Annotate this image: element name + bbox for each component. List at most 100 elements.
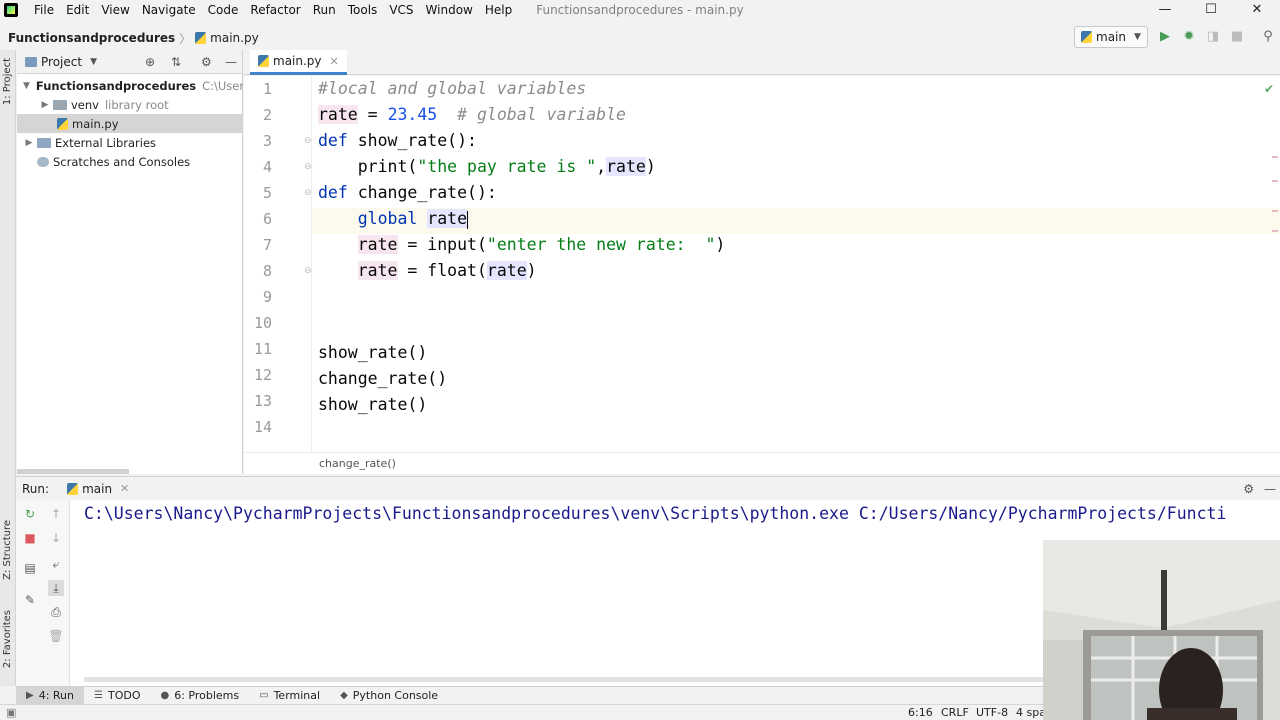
tool-window-terminal[interactable]: ▭ Terminal <box>249 687 330 705</box>
error-stripe-marker[interactable] <box>1272 230 1278 232</box>
menu-view[interactable]: View <box>95 3 135 17</box>
code-keyword: global <box>318 209 428 228</box>
tool-window-todo[interactable]: ☰ TODO <box>84 687 150 705</box>
menu-code[interactable]: Code <box>202 3 245 17</box>
fold-icon[interactable]: ⊖ <box>304 136 312 146</box>
collapsed-arrow-icon[interactable]: ▶ <box>23 138 35 148</box>
tree-item-scratches[interactable]: Scratches and Consoles <box>17 152 243 171</box>
libraries-icon <box>37 137 51 148</box>
search-icon[interactable]: ⚲ <box>1260 29 1276 45</box>
python-file-icon <box>258 55 269 67</box>
project-tool-button[interactable]: 1: Project <box>2 58 13 105</box>
inspection-ok-icon[interactable]: ✔ <box>1264 82 1274 96</box>
close-button[interactable]: ✕ <box>1234 0 1280 20</box>
print-icon[interactable]: ⎙ <box>48 604 64 620</box>
down-arrow-icon[interactable]: ↓ <box>48 530 64 546</box>
horizontal-scrollbar[interactable] <box>17 469 129 474</box>
code-line-6: global rate <box>318 206 469 232</box>
expanded-arrow-icon[interactable]: ▼ <box>23 81 30 91</box>
line-number: 7 <box>262 236 272 254</box>
tool-window-problems[interactable]: ● 6: Problems <box>150 687 249 705</box>
horizontal-scrollbar[interactable] <box>84 677 1044 682</box>
line-number: 6 <box>262 210 272 228</box>
scroll-to-end-icon[interactable]: ⤓ <box>48 580 64 596</box>
tool-window-python-console[interactable]: ◆ Python Console <box>330 687 448 705</box>
menu-run[interactable]: Run <box>307 3 342 17</box>
locate-icon[interactable]: ⊕ <box>145 55 155 69</box>
caret-position[interactable]: 6:16 <box>908 706 933 719</box>
indent-setting[interactable]: 4 spa <box>1016 706 1046 719</box>
code-keyword: def <box>318 183 348 202</box>
up-arrow-icon[interactable]: ↑ <box>48 506 64 522</box>
stop-icon[interactable]: ■ <box>22 530 38 546</box>
run-panel-header: Run: main ✕ ⚙ — <box>16 476 1280 500</box>
favorites-tool-button[interactable]: 2: Favorites <box>2 610 13 668</box>
tree-item-project-root[interactable]: ▼ Functionsandprocedures C:\Users\N... <box>17 76 243 95</box>
minimize-button[interactable]: — <box>1142 0 1188 20</box>
run-icon[interactable]: ▶ <box>1157 29 1173 45</box>
file-encoding[interactable]: UTF-8 <box>976 706 1008 719</box>
close-tab-icon[interactable]: ✕ <box>330 55 339 68</box>
error-stripe-marker[interactable] <box>1272 180 1278 182</box>
run-tab-main[interactable]: main ✕ <box>67 482 129 496</box>
pin-icon[interactable]: ✎ <box>22 592 38 608</box>
layout-icon[interactable]: ▤ <box>22 560 38 576</box>
trash-icon[interactable]: 🗑 <box>48 628 64 644</box>
code-text: ) <box>526 261 537 280</box>
line-number-gutter: 1 2 3 4 5 6 7 8 9 10 11 12 13 14 ⊖ ⊖ ⊖ ⊖ <box>244 76 312 452</box>
maximize-button[interactable]: ☐ <box>1188 0 1234 20</box>
error-stripe-marker[interactable] <box>1272 210 1278 212</box>
run-config-selector[interactable]: main ▼ <box>1074 26 1148 48</box>
close-tab-icon[interactable]: ✕ <box>120 482 129 495</box>
project-panel-title[interactable]: Project <box>41 55 82 69</box>
tree-item-main-py[interactable]: main.py <box>17 114 243 133</box>
window-title: Functionsandprocedures - main.py <box>536 3 744 17</box>
fold-icon[interactable]: ⊖ <box>304 266 312 276</box>
menu-refactor[interactable]: Refactor <box>244 3 306 17</box>
menu-edit[interactable]: Edit <box>60 3 95 17</box>
fold-icon[interactable]: ⊖ <box>304 162 312 172</box>
menu-vcs[interactable]: VCS <box>383 3 419 17</box>
tab-label: main.py <box>273 54 322 68</box>
hide-icon[interactable]: — <box>1264 482 1276 496</box>
python-file-icon <box>57 117 68 130</box>
breadcrumb-file[interactable]: main.py <box>210 31 259 45</box>
coverage-icon[interactable]: ◨ <box>1205 29 1221 45</box>
editor-breadcrumb[interactable]: change_rate() <box>244 452 1280 474</box>
code-comment: # global variable <box>437 105 626 124</box>
tab-main-py[interactable]: main.py ✕ <box>250 50 347 75</box>
collapsed-arrow-icon[interactable]: ▶ <box>39 100 51 110</box>
soft-wrap-icon[interactable]: ⤶ <box>48 556 64 572</box>
code-text: = <box>357 105 388 124</box>
tree-item-external-libraries[interactable]: ▶ External Libraries <box>17 133 243 152</box>
code-line-4: print("the pay rate is ",rate) <box>318 154 656 180</box>
gear-icon[interactable]: ⚙ <box>1243 482 1254 496</box>
gear-icon[interactable]: ⚙ <box>201 55 212 69</box>
line-number: 11 <box>253 340 272 358</box>
code-editor[interactable]: 1 2 3 4 5 6 7 8 9 10 11 12 13 14 ⊖ ⊖ ⊖ ⊖… <box>244 76 1280 452</box>
tree-item-venv[interactable]: ▶ venv library root <box>17 95 243 114</box>
line-number: 14 <box>253 418 272 436</box>
stop-icon[interactable]: ■ <box>1229 29 1245 45</box>
breadcrumb-project[interactable]: Functionsandprocedures <box>0 31 175 45</box>
menu-file[interactable]: File <box>28 3 60 17</box>
line-separator[interactable]: CRLF <box>941 706 969 719</box>
error-stripe-marker[interactable] <box>1272 156 1278 158</box>
hide-icon[interactable]: — <box>225 55 237 69</box>
menu-navigate[interactable]: Navigate <box>136 3 202 17</box>
debug-icon[interactable]: ✹ <box>1181 29 1197 45</box>
menu-tools[interactable]: Tools <box>342 3 384 17</box>
tree-item-label: Scratches and Consoles <box>53 154 191 169</box>
menu-window[interactable]: Window <box>420 3 479 17</box>
fold-icon[interactable]: ⊖ <box>304 188 312 198</box>
structure-tool-button[interactable]: Z: Structure <box>2 520 13 580</box>
menu-help[interactable]: Help <box>479 3 518 17</box>
tool-window-run[interactable]: ▶ 4: Run <box>16 686 84 705</box>
tool-window-label: Python Console <box>352 689 439 702</box>
rerun-icon[interactable]: ↻ <box>22 506 38 522</box>
chevron-down-icon[interactable]: ▼ <box>90 57 97 67</box>
collapse-icon[interactable]: ⇅ <box>171 55 181 69</box>
status-toggle-icon[interactable]: ▣ <box>6 706 16 719</box>
text-caret <box>467 210 469 229</box>
code-text: , <box>596 157 607 176</box>
